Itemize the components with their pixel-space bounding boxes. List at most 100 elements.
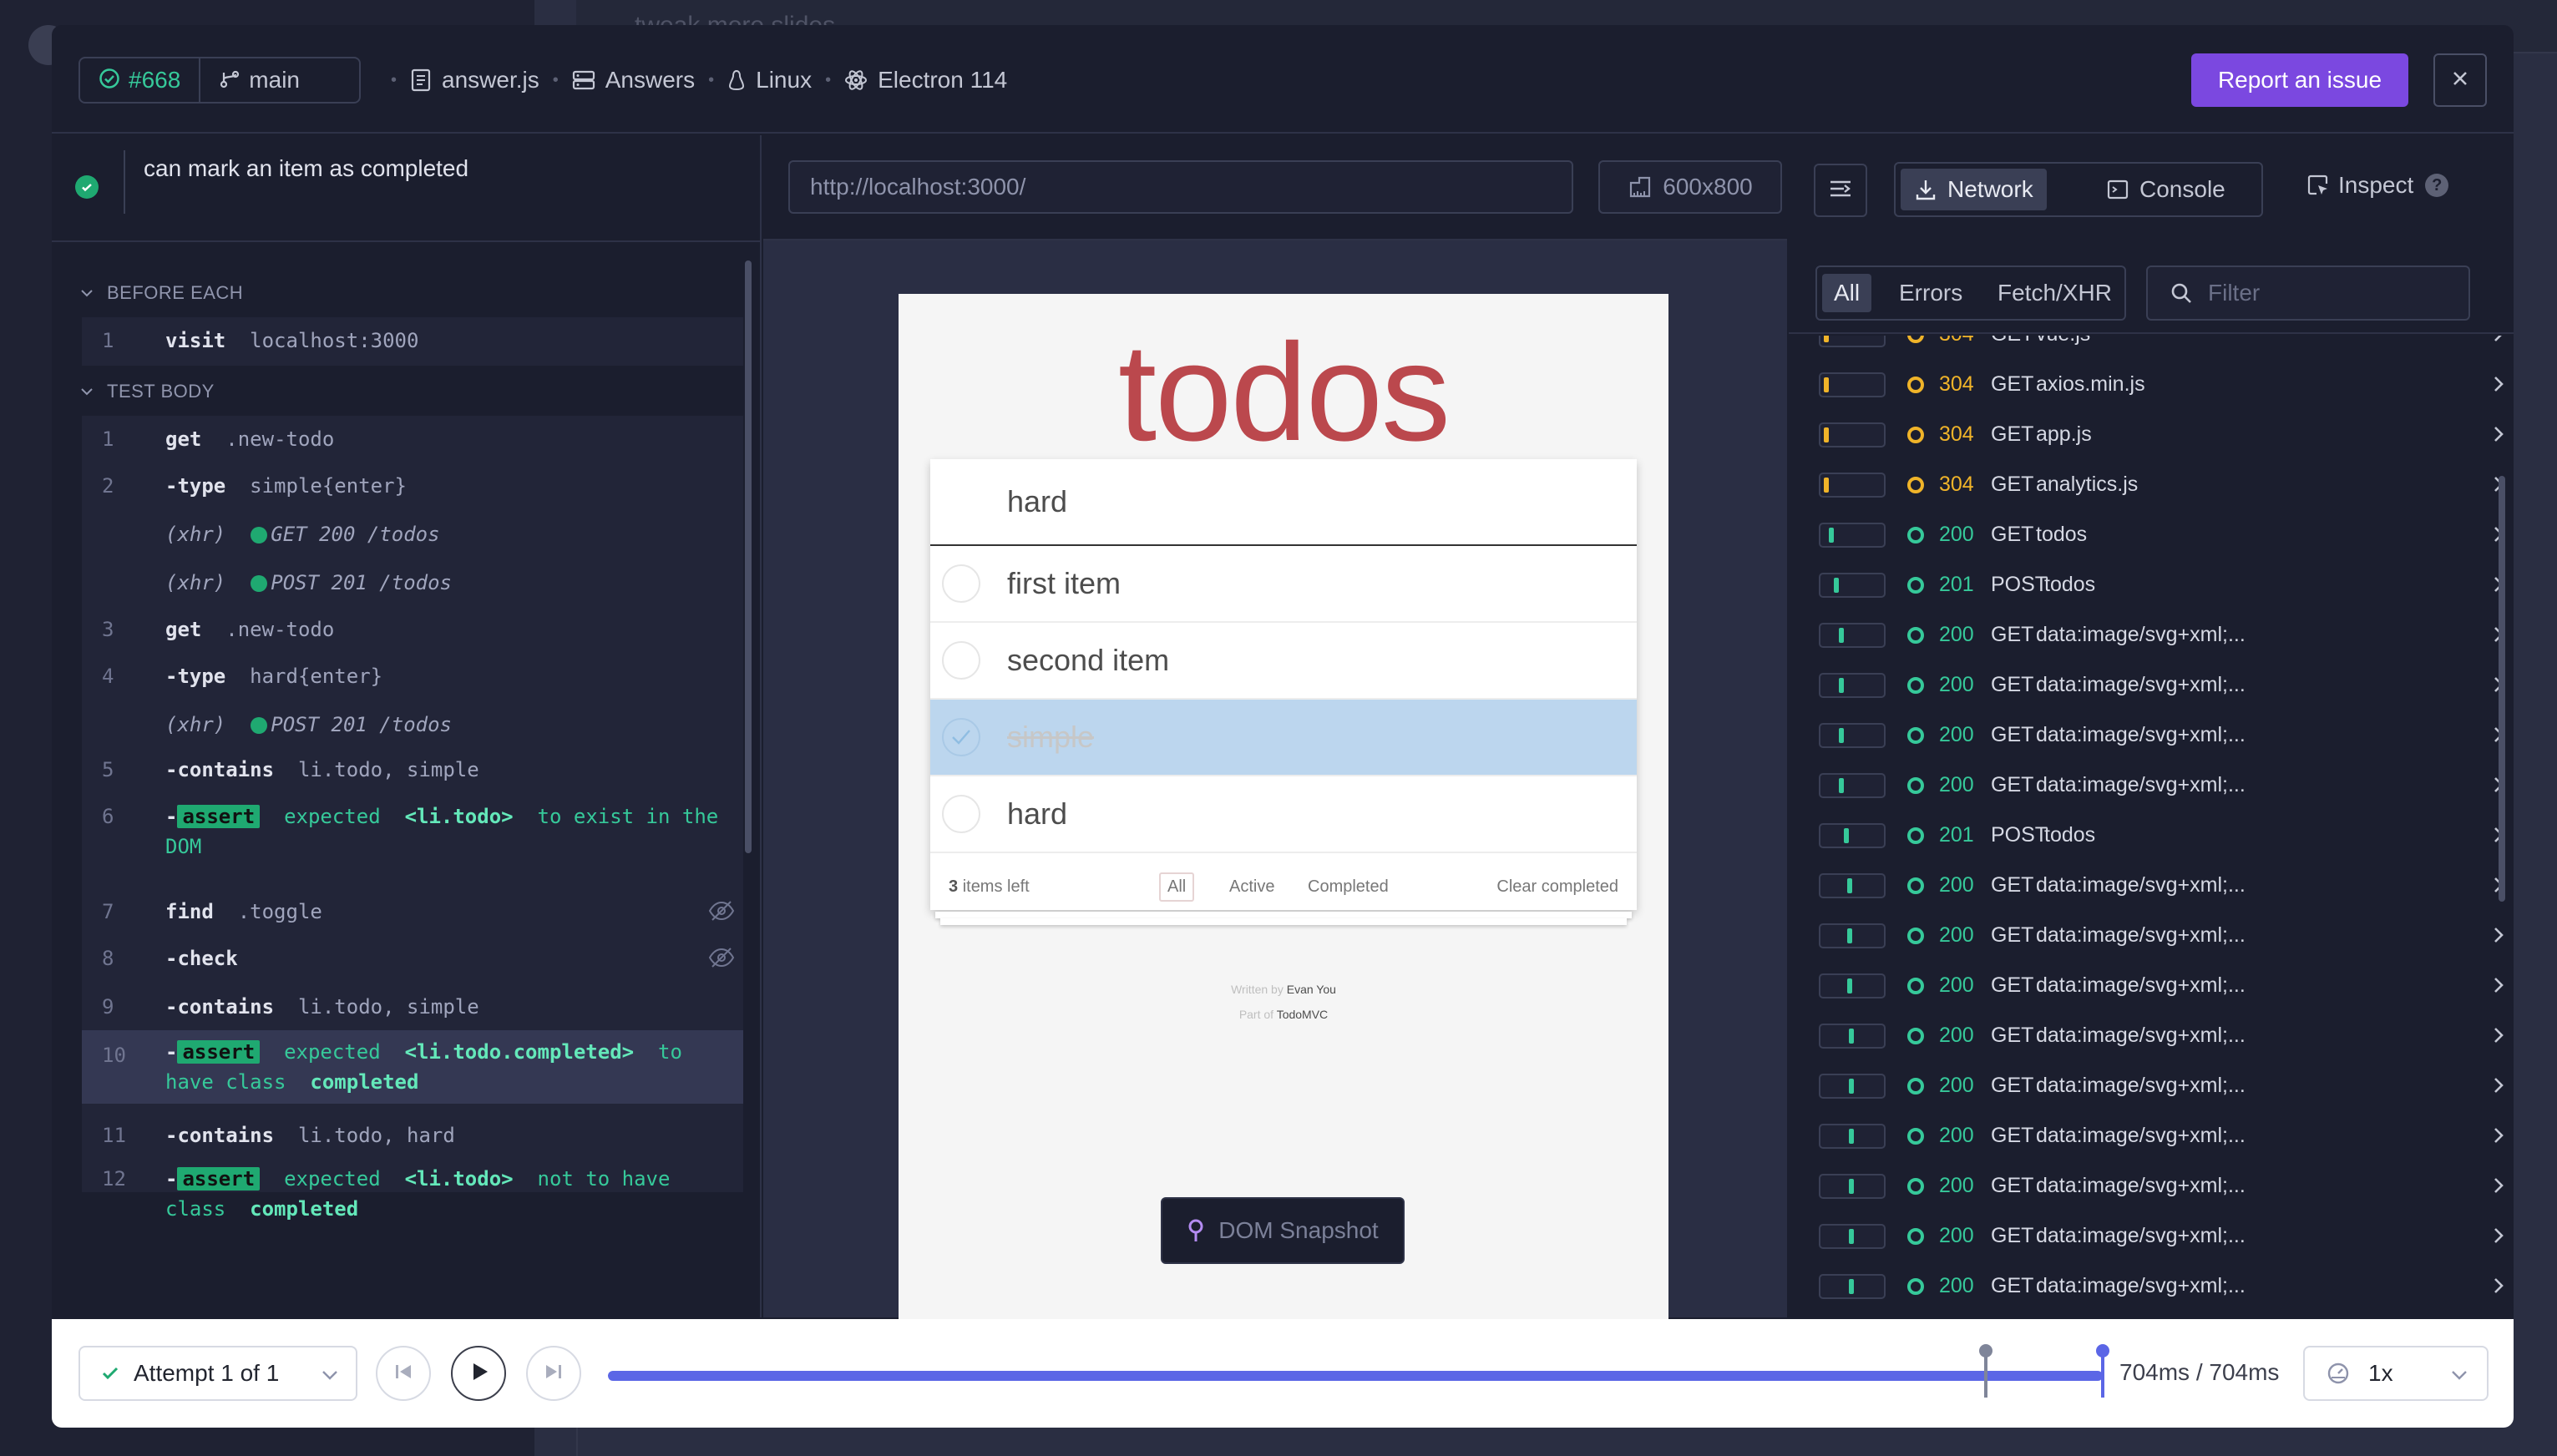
author-link[interactable]: Evan You <box>1287 983 1336 996</box>
skip-back-button[interactable] <box>376 1346 431 1401</box>
chevron-right-icon <box>2490 1025 2507 1045</box>
filter-all-requests[interactable]: All <box>1822 274 1872 312</box>
network-request-row[interactable]: 200 GET data:image/svg+xml;... <box>1789 660 2514 710</box>
todo-toggle-checkbox[interactable] <box>942 718 980 756</box>
network-request-row[interactable]: 304 GETvue.js <box>1789 336 2514 359</box>
clear-completed-button[interactable]: Clear completed <box>1496 877 1618 897</box>
viewport-size-button[interactable]: 600x800 <box>1598 160 1782 214</box>
test-body-block: 1 get .new-todo 2 -type simple{enter} (x… <box>82 416 743 1221</box>
electron-icon <box>844 68 868 92</box>
request-timing-bar <box>1819 1074 1886 1099</box>
skip-forward-button[interactable] <box>526 1346 581 1401</box>
status-code: 200 <box>1939 623 1974 646</box>
todo-item-completed[interactable]: simple <box>930 700 1637 776</box>
request-url: data:image/svg+xml;... <box>2036 1274 2246 1297</box>
request-timing-bar <box>1819 1024 1886 1049</box>
status-dot <box>1907 1128 1924 1145</box>
command-log-scrollbar[interactable] <box>745 260 752 853</box>
attempt-selector[interactable]: Attempt 1 of 1 <box>78 1346 357 1401</box>
request-timing-bar <box>1819 1174 1886 1199</box>
close-button[interactable] <box>2433 53 2487 107</box>
timeline-progress-track[interactable] <box>608 1371 2103 1381</box>
network-request-row[interactable]: 200 GET data:image/svg+xml;... <box>1789 960 2514 1010</box>
network-request-row[interactable]: 200 GET data:image/svg+xml;... <box>1789 1160 2514 1211</box>
todo-toggle-checkbox[interactable] <box>942 564 980 603</box>
inspect-label: Inspect <box>2338 172 2414 198</box>
network-request-row[interactable]: 201 POST todos <box>1789 559 2514 609</box>
network-request-row[interactable]: 201 POST todos <box>1789 810 2514 860</box>
network-scrollbar[interactable] <box>2499 476 2505 902</box>
spec-file-crumb[interactable]: answer.js <box>410 67 539 94</box>
timeline-marker[interactable] <box>1979 1344 1992 1398</box>
report-issue-button[interactable]: Report an issue <box>2191 53 2408 107</box>
chevron-right-icon <box>2490 1276 2507 1296</box>
before-each-section-toggle[interactable]: BEFORE EACH <box>80 282 243 304</box>
filter-all[interactable]: All <box>1159 872 1195 902</box>
todomvc-link[interactable]: TodoMVC <box>1277 1008 1328 1021</box>
chevron-down-icon <box>2448 1364 2470 1386</box>
request-timing-bar <box>1819 1274 1886 1299</box>
network-filter-input[interactable]: Filter <box>2146 265 2470 321</box>
request-type-filters: All Errors Fetch/XHR <box>1815 265 2126 321</box>
before-each-block: 1 visit localhost:3000 <box>82 317 743 366</box>
os-name: Linux <box>756 67 813 93</box>
command-name: -type hard{enter} <box>165 665 383 688</box>
chevron-right-icon <box>2490 374 2507 394</box>
todo-label: hard <box>1007 796 1068 831</box>
network-request-row[interactable]: 200 GET data:image/svg+xml;... <box>1789 1110 2514 1160</box>
network-request-row[interactable]: 200 GET data:image/svg+xml;... <box>1789 1261 2514 1311</box>
network-request-row[interactable]: 200 GET data:image/svg+xml;... <box>1789 1211 2514 1261</box>
assert-row-selected[interactable]: 10 - assert expected <li.todo.completed> … <box>82 1030 743 1104</box>
play-button[interactable] <box>451 1346 506 1401</box>
network-request-row[interactable]: 304 GET axios.min.js <box>1789 359 2514 409</box>
network-request-row[interactable]: 200 GET todos <box>1789 509 2514 559</box>
network-request-row[interactable]: 200 GET data:image/svg+xml;... <box>1789 910 2514 960</box>
project-crumb[interactable]: Answers <box>572 67 695 94</box>
filter-errors[interactable]: Errors <box>1887 274 1974 312</box>
tab-network[interactable]: Network <box>1901 169 2047 210</box>
request-url: data:image/svg+xml;... <box>2036 1074 2246 1097</box>
todo-item[interactable]: second item <box>930 623 1637 700</box>
timeline-playhead[interactable] <box>2096 1344 2109 1398</box>
request-timing-bar <box>1819 923 1886 948</box>
request-url: data:image/svg+xml;... <box>2036 973 2246 997</box>
linux-icon <box>727 68 746 92</box>
filter-completed[interactable]: Completed <box>1299 872 1397 902</box>
status-code: 200 <box>1939 1124 1974 1147</box>
test-body-section-toggle[interactable]: TEST BODY <box>80 381 215 402</box>
network-request-row[interactable]: 200 GET data:image/svg+xml;... <box>1789 710 2514 760</box>
server-icon <box>572 69 595 91</box>
filter-fetch-xhr[interactable]: Fetch/XHR <box>1986 274 2124 312</box>
todo-item[interactable]: first item <box>930 546 1637 623</box>
run-info-pill[interactable]: #668 main <box>78 57 361 104</box>
status-code: 200 <box>1939 973 1974 997</box>
playback-speed-selector[interactable]: 1x <box>2303 1346 2489 1401</box>
status-dot <box>1907 877 1924 894</box>
dom-snapshot-button[interactable]: DOM Snapshot <box>1161 1197 1405 1264</box>
collapse-panel-button[interactable] <box>1814 164 1867 217</box>
test-title-row[interactable]: can mark an item as completed <box>52 135 760 242</box>
help-icon[interactable]: ? <box>2425 174 2449 197</box>
check-icon <box>100 1363 120 1383</box>
todo-toggle-checkbox[interactable] <box>942 795 980 833</box>
network-request-row[interactable]: 200 GET data:image/svg+xml;... <box>1789 1060 2514 1110</box>
network-request-row[interactable]: 200 GET data:image/svg+xml;... <box>1789 760 2514 810</box>
todo-label: simple <box>1007 720 1095 754</box>
filter-active[interactable]: Active <box>1221 872 1283 902</box>
tab-console[interactable]: Console <box>2093 169 2239 210</box>
network-request-row[interactable]: 200 GET data:image/svg+xml;... <box>1789 860 2514 910</box>
inspect-button[interactable]: Inspect ? <box>2306 172 2449 199</box>
network-request-row[interactable]: 200 GET data:image/svg+xml;... <box>1789 609 2514 660</box>
url-field[interactable]: http://localhost:3000/ <box>788 160 1573 214</box>
network-request-row[interactable]: 304 GET analytics.js <box>1789 459 2514 509</box>
network-request-row[interactable]: 304 GET app.js <box>1789 409 2514 459</box>
todo-toggle-checkbox[interactable] <box>942 641 980 680</box>
command-name: -contains li.todo, simple <box>165 995 479 1019</box>
browser-crumb: Electron 114 <box>844 67 1007 94</box>
separator-dot: • <box>708 70 715 89</box>
network-request-row[interactable]: 200 GET data:image/svg+xml;... <box>1789 1010 2514 1060</box>
request-url: data:image/svg+xml;... <box>2036 623 2246 646</box>
todo-item[interactable]: hard <box>930 776 1637 853</box>
new-todo-input[interactable]: hard <box>930 459 1637 546</box>
request-method: GET <box>1991 1024 2034 1047</box>
